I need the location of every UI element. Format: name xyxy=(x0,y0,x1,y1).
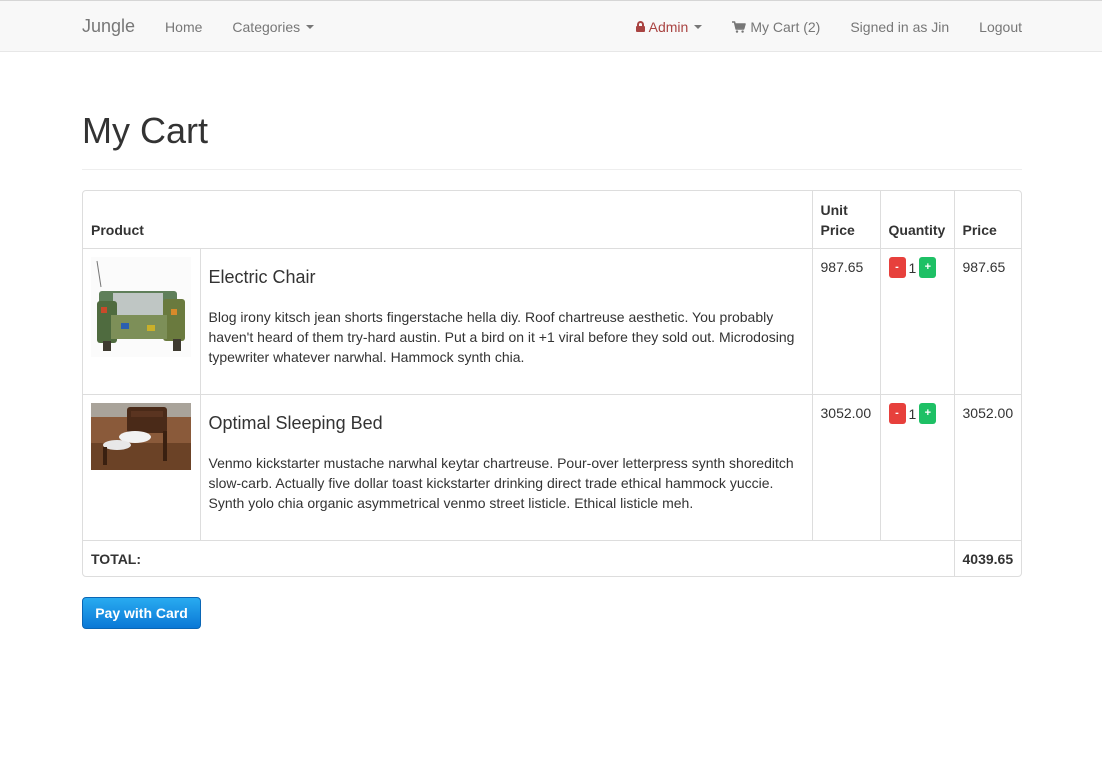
categories-label: Categories xyxy=(232,18,301,35)
my-cart-link[interactable]: My Cart (2) xyxy=(732,19,820,35)
sleeping-bed-image[interactable] xyxy=(91,402,191,470)
total-row: TOTAL: 4039.65 xyxy=(83,540,1021,576)
nav-right-group: Admin My Cart (2) Signed in as Jin Logou… xyxy=(635,1,1022,52)
table-header-row: Product Unit Price Quantity Price xyxy=(83,191,1021,249)
logout-link[interactable]: Logout xyxy=(979,19,1022,35)
product-description: Blog irony kitsch jean shorts fingerstac… xyxy=(208,308,795,365)
caret-down-icon xyxy=(306,24,315,29)
my-cart-label: My Cart (2) xyxy=(750,18,821,35)
quantity-cell: -1 + xyxy=(879,394,955,541)
nav-left-group: Jungle Home Categories xyxy=(82,1,344,52)
shopping-cart-icon xyxy=(732,20,747,33)
cart-table: Product Unit Price Quantity Price Electr… xyxy=(83,191,1021,576)
admin-label: Admin xyxy=(648,18,689,35)
product-name[interactable]: Optimal Sleeping Bed xyxy=(209,413,804,433)
product-info-cell: Electric Chair Blog irony kitsch jean sh… xyxy=(199,248,813,395)
signed-in-label: Signed in as Jin xyxy=(850,18,950,35)
decrease-quantity-button[interactable]: - xyxy=(888,257,906,279)
header-quantity: Quantity xyxy=(879,191,955,249)
quantity-value: 1 xyxy=(908,405,917,422)
admin-dropdown[interactable]: Admin xyxy=(635,18,703,35)
decrease-quantity-button[interactable]: - xyxy=(888,403,906,425)
signed-in-link[interactable]: Signed in as Jin xyxy=(850,19,949,35)
product-description: Venmo kickstarter mustache narwhal keyta… xyxy=(208,454,794,511)
price-cell: 3052.00 xyxy=(953,394,1021,541)
categories-dropdown[interactable]: Categories xyxy=(232,18,315,35)
page-title: My Cart xyxy=(82,110,208,151)
increase-quantity-button[interactable]: + xyxy=(919,257,937,279)
quantity-value: 1 xyxy=(908,259,917,276)
title-divider xyxy=(82,169,1022,170)
price-cell: 987.65 xyxy=(953,248,1021,395)
pay-with-card-button[interactable]: Pay with Card xyxy=(82,597,201,629)
product-image-cell xyxy=(83,248,200,395)
header-product: Product xyxy=(83,191,813,249)
product-name[interactable]: Electric Chair xyxy=(209,267,804,287)
lock-icon xyxy=(635,21,645,32)
brand-link[interactable]: Jungle xyxy=(82,16,135,37)
table-row: Optimal Sleeping Bed Venmo kickstarter m… xyxy=(83,394,1021,541)
total-label: TOTAL: xyxy=(91,550,142,567)
unit-price-cell: 987.65 xyxy=(811,248,881,395)
product-image-cell xyxy=(83,394,200,541)
electric-chair-image[interactable] xyxy=(91,256,191,357)
table-row: Electric Chair Blog irony kitsch jean sh… xyxy=(83,248,1021,395)
top-navbar: Jungle Home Categories Admin My Cart (2) xyxy=(0,0,1102,52)
increase-quantity-button[interactable]: + xyxy=(919,403,937,425)
total-value: 4039.65 xyxy=(953,540,1021,576)
logout-label: Logout xyxy=(979,18,1022,35)
unit-price-cell: 3052.00 xyxy=(811,394,881,541)
header-price: Price xyxy=(953,191,1021,249)
header-unit-price: Unit Price xyxy=(811,191,881,249)
nav-home-label: Home xyxy=(165,18,203,35)
cart-panel: Product Unit Price Quantity Price Electr… xyxy=(82,190,1022,577)
quantity-cell: -1 + xyxy=(879,248,955,395)
caret-down-icon xyxy=(694,24,703,29)
product-info-cell: Optimal Sleeping Bed Venmo kickstarter m… xyxy=(199,394,813,541)
nav-home-link[interactable]: Home xyxy=(165,19,202,35)
